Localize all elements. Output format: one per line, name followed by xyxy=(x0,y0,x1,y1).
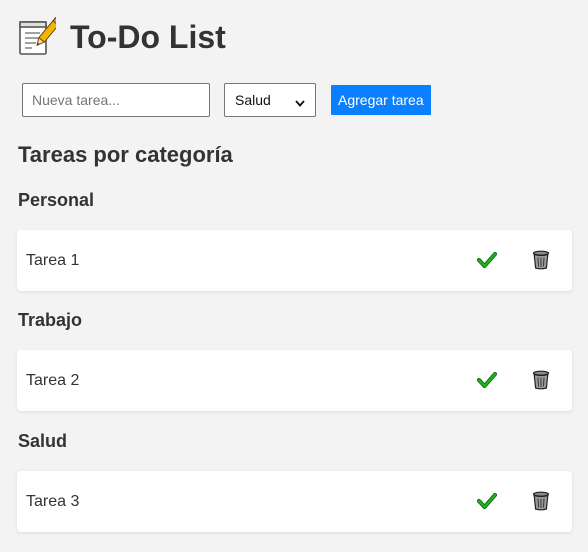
chevron-down-icon xyxy=(295,95,305,107)
delete-task-button[interactable] xyxy=(526,366,556,396)
complete-task-button[interactable] xyxy=(472,246,502,276)
category-heading-personal: Personal xyxy=(18,190,95,210)
app-header: To-Do List xyxy=(18,14,226,60)
complete-task-button[interactable] xyxy=(472,487,502,517)
checkmark-icon xyxy=(477,492,497,513)
task-input[interactable] xyxy=(22,83,210,117)
memo-pencil-icon xyxy=(18,17,62,57)
checkmark-icon xyxy=(477,371,497,392)
task-card: Tarea 2 xyxy=(17,350,572,411)
delete-task-button[interactable] xyxy=(526,487,556,517)
app-title: To-Do List xyxy=(70,19,226,55)
section-title: Tareas por categoría xyxy=(18,142,233,167)
todo-app: To-Do List Salud Agregar tarea Tareas po… xyxy=(0,0,588,552)
category-heading-salud: Salud xyxy=(18,431,68,451)
task-card: Tarea 3 xyxy=(17,471,572,532)
category-heading-trabajo: Trabajo xyxy=(18,310,83,330)
trash-icon xyxy=(532,491,550,514)
add-task-button[interactable]: Agregar tarea xyxy=(331,85,431,115)
category-select-value: Salud xyxy=(235,92,271,108)
category-select[interactable]: Salud xyxy=(224,83,316,117)
add-task-form: Salud Agregar tarea xyxy=(22,83,431,117)
checkmark-icon xyxy=(477,251,497,272)
trash-icon xyxy=(532,250,550,273)
task-card: Tarea 1 xyxy=(17,230,572,291)
trash-icon xyxy=(532,370,550,393)
delete-task-button[interactable] xyxy=(526,246,556,276)
complete-task-button[interactable] xyxy=(472,366,502,396)
